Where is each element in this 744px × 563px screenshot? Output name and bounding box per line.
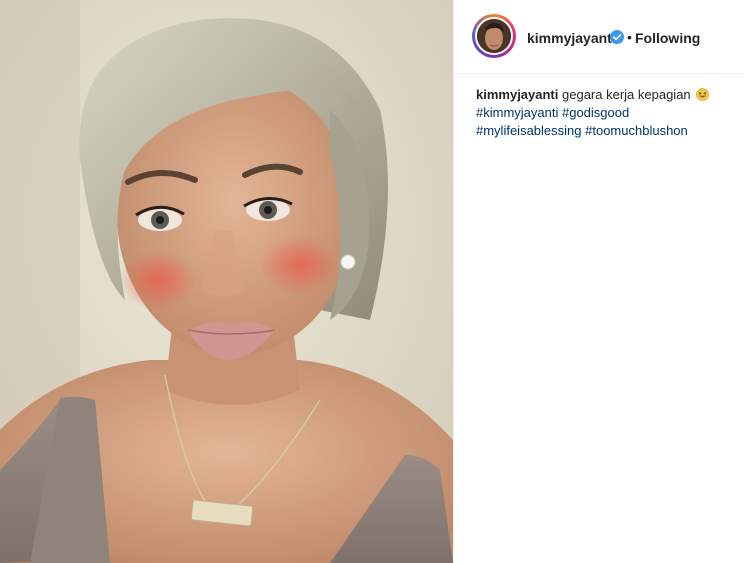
selfie-image (0, 0, 453, 563)
post-caption: kimmyjayanti gegara kerja kepagian #kimm… (476, 86, 731, 140)
avatar-image (477, 19, 511, 53)
hashtag-link[interactable]: #mylifeisablessing (476, 123, 582, 138)
grinning-squinting-face-emoji (696, 88, 710, 101)
hashtag-link[interactable]: #godisgood (562, 105, 629, 120)
story-ring[interactable] (472, 14, 516, 58)
post-username[interactable]: kimmyjayanti (527, 30, 616, 46)
post-sidebar: kimmyjayanti • Following kimmyjayanti ge… (453, 0, 744, 563)
post-header: kimmyjayanti • Following (454, 0, 744, 74)
avatar[interactable] (475, 17, 513, 55)
following-button[interactable]: Following (635, 30, 700, 46)
verified-badge-icon (610, 30, 624, 44)
caption-username[interactable]: kimmyjayanti (476, 87, 558, 102)
hashtag-link[interactable]: #kimmyjayanti (476, 105, 558, 120)
post-photo[interactable] (0, 0, 453, 563)
hashtag-link[interactable]: #toomuchblushon (585, 123, 688, 138)
separator-dot: • (627, 29, 632, 45)
caption-text: gegara kerja kepagian (562, 87, 691, 102)
